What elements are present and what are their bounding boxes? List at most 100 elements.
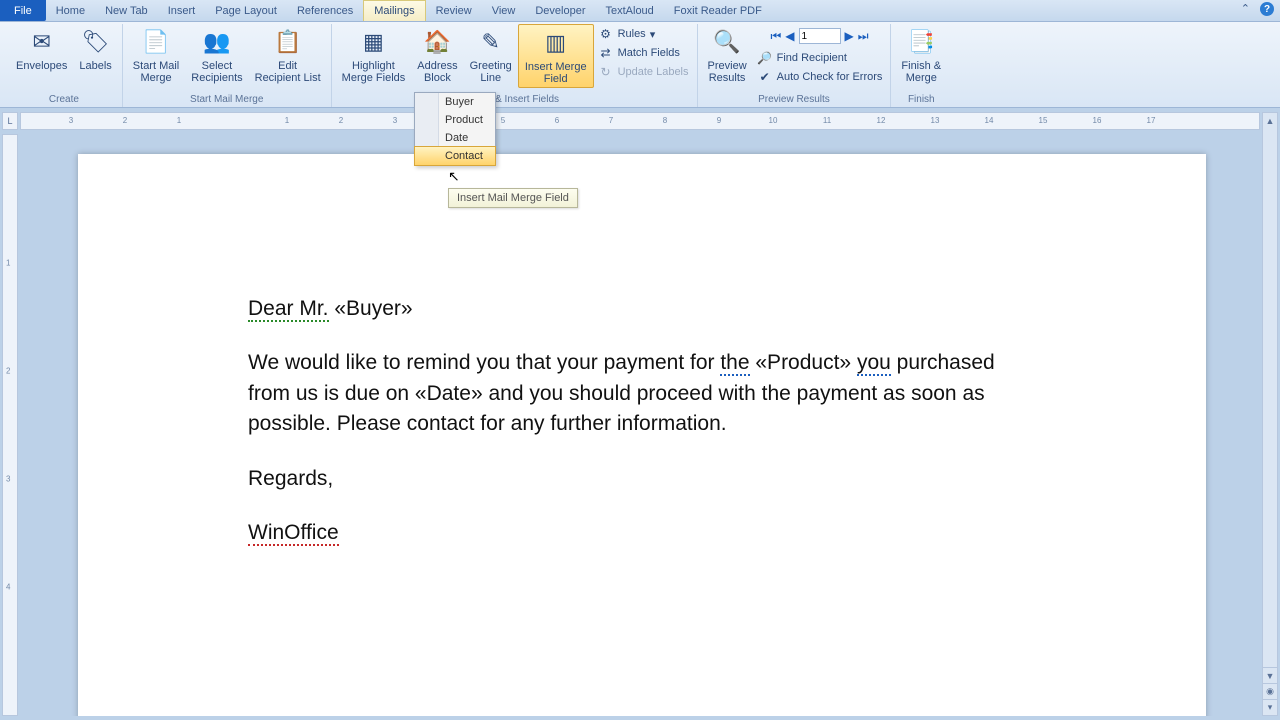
ruler-tick: 2 xyxy=(123,116,127,125)
signature-line[interactable]: WinOffice xyxy=(248,518,1036,548)
find-recipient-button[interactable]: 🔎 Find Recipient xyxy=(757,50,883,66)
edit-recipient-list-icon: 📋 xyxy=(272,26,304,58)
ruler-tick: 13 xyxy=(931,116,940,125)
ruler-tick: 16 xyxy=(1093,116,1102,125)
group-preview-results: 🔍 Preview Results ⏮ ◀ ▶ ⏭ 🔎 Find Recipie… xyxy=(698,24,892,107)
start-mail-merge-label: Start Mail Merge xyxy=(133,60,179,84)
body-text-1: We would like to remind you that your pa… xyxy=(248,351,720,374)
group-finish-label: Finish xyxy=(908,94,935,107)
tab-page-layout[interactable]: Page Layout xyxy=(205,0,287,21)
labels-button[interactable]: 🏷 Labels xyxy=(73,24,117,74)
vertical-ruler[interactable]: 1234 xyxy=(2,134,18,716)
greeting-prefix: Dear Mr. xyxy=(248,297,329,322)
dropdown-item-contact[interactable]: Contact xyxy=(414,146,496,166)
ruler-tick: 6 xyxy=(555,116,559,125)
group-start-label: Start Mail Merge xyxy=(190,94,263,107)
select-recipients-button[interactable]: 👥 Select Recipients xyxy=(185,24,248,86)
dropdown-item-buyer[interactable]: Buyer xyxy=(415,93,495,111)
scroll-track[interactable] xyxy=(1263,130,1277,665)
regards-line[interactable]: Regards, xyxy=(248,464,1036,494)
ruler-tick: 2 xyxy=(339,116,343,125)
ruler-tick: 9 xyxy=(717,116,721,125)
tab-references[interactable]: References xyxy=(287,0,363,21)
match-fields-icon: ⇄ xyxy=(598,45,614,61)
auto-check-errors-button[interactable]: ✔ Auto Check for Errors xyxy=(757,69,883,85)
address-block-button[interactable]: 🏠 Address Block xyxy=(411,24,463,86)
envelopes-button[interactable]: ✉ Envelopes xyxy=(10,24,73,74)
record-number-input[interactable] xyxy=(799,28,841,44)
group-write-insert: ▦ Highlight Merge Fields 🏠 Address Block… xyxy=(332,24,698,107)
last-record-button[interactable]: ⏭ xyxy=(858,29,869,44)
tab-review[interactable]: Review xyxy=(426,0,482,21)
dropdown-item-date[interactable]: Date xyxy=(415,129,495,147)
match-fields-button[interactable]: ⇄ Match Fields xyxy=(598,45,689,61)
finish-merge-button[interactable]: 📑 Finish & Merge xyxy=(895,24,947,86)
tooltip-insert-mail-merge-field: Insert Mail Merge Field xyxy=(448,188,578,208)
tab-selector[interactable]: L xyxy=(2,112,18,130)
tab-textaloud[interactable]: TextAloud xyxy=(595,0,663,21)
preview-results-label: Preview Results xyxy=(708,60,747,84)
highlight-merge-fields-button[interactable]: ▦ Highlight Merge Fields xyxy=(336,24,412,86)
start-mail-merge-icon: 📄 xyxy=(140,26,172,58)
highlight-icon: ▦ xyxy=(357,26,389,58)
body-paragraph[interactable]: We would like to remind you that your pa… xyxy=(248,348,1036,439)
select-recipients-label: Select Recipients xyxy=(191,60,242,84)
ruler-tick: 7 xyxy=(609,116,613,125)
vertical-scrollbar[interactable]: ▲ ▼ ◉ ▾ xyxy=(1262,112,1278,716)
merge-field-product: «Product» xyxy=(750,351,857,374)
group-create-label: Create xyxy=(49,94,79,107)
edit-recipient-list-label: Edit Recipient List xyxy=(255,60,321,84)
select-recipients-icon: 👥 xyxy=(201,26,233,58)
tab-view[interactable]: View xyxy=(482,0,526,21)
find-recipient-label: Find Recipient xyxy=(777,52,847,64)
minimize-ribbon-icon[interactable]: ⌃ xyxy=(1241,2,1250,16)
scroll-up-button[interactable]: ▲ xyxy=(1263,113,1277,129)
tab-newtab[interactable]: New Tab xyxy=(95,0,158,21)
insert-merge-field-button[interactable]: ▥ Insert Merge Field xyxy=(518,24,594,88)
greeting-line-icon: ✎ xyxy=(475,26,507,58)
ruler-tick: 8 xyxy=(663,116,667,125)
next-page-button[interactable]: ▾ xyxy=(1263,699,1277,715)
match-fields-label: Match Fields xyxy=(618,47,680,59)
start-mail-merge-button[interactable]: 📄 Start Mail Merge xyxy=(127,24,185,86)
first-record-button[interactable]: ⏮ xyxy=(770,29,781,44)
dropdown-item-product[interactable]: Product xyxy=(415,111,495,129)
tab-home[interactable]: Home xyxy=(46,0,95,21)
group-create: ✉ Envelopes 🏷 Labels Create xyxy=(6,24,123,107)
update-labels-button: ↻ Update Labels xyxy=(598,64,689,80)
ruler-tick: 1 xyxy=(177,116,181,125)
document-area: Dear Mr. «Buyer» We would like to remind… xyxy=(22,134,1258,716)
tab-mailings[interactable]: Mailings xyxy=(363,0,425,21)
tab-foxit[interactable]: Foxit Reader PDF xyxy=(664,0,772,21)
prev-record-button[interactable]: ◀ xyxy=(785,29,794,43)
insert-merge-field-dropdown: Buyer Product Date Contact xyxy=(414,92,496,166)
ruler-tick: 5 xyxy=(501,116,505,125)
next-record-button[interactable]: ▶ xyxy=(845,29,854,43)
ruler-tick: 15 xyxy=(1039,116,1048,125)
grammar-you: you xyxy=(857,351,891,376)
ruler-tick-v: 3 xyxy=(6,475,10,484)
ruler-tick: 3 xyxy=(69,116,73,125)
greeting-line-button[interactable]: ✎ Greeting Line xyxy=(464,24,518,86)
edit-recipient-list-button[interactable]: 📋 Edit Recipient List xyxy=(249,24,327,86)
ruler-tick: 10 xyxy=(769,116,778,125)
tab-file[interactable]: File xyxy=(0,0,46,21)
tab-insert[interactable]: Insert xyxy=(158,0,206,21)
horizontal-ruler[interactable]: 3211234567891011121314151617 xyxy=(20,112,1260,130)
address-block-label: Address Block xyxy=(417,60,457,84)
update-labels-icon: ↻ xyxy=(598,64,614,80)
ruler-tick-v: 4 xyxy=(6,583,10,592)
envelope-icon: ✉ xyxy=(26,26,58,58)
group-start-mail-merge: 📄 Start Mail Merge 👥 Select Recipients 📋… xyxy=(123,24,332,107)
prev-page-button[interactable]: ◉ xyxy=(1263,683,1277,699)
labels-label: Labels xyxy=(79,60,111,72)
rules-button[interactable]: ⚙ Rules ▾ xyxy=(598,26,689,42)
document-page[interactable]: Dear Mr. «Buyer» We would like to remind… xyxy=(78,154,1206,716)
greeting-line[interactable]: Dear Mr. «Buyer» xyxy=(248,294,1036,324)
scroll-down-button[interactable]: ▼ xyxy=(1263,667,1277,683)
finish-merge-label: Finish & Merge xyxy=(901,60,941,84)
help-icon[interactable]: ? xyxy=(1260,2,1274,16)
ruler-tick-v: 2 xyxy=(6,367,10,376)
preview-results-button[interactable]: 🔍 Preview Results xyxy=(702,24,753,86)
tab-developer[interactable]: Developer xyxy=(525,0,595,21)
